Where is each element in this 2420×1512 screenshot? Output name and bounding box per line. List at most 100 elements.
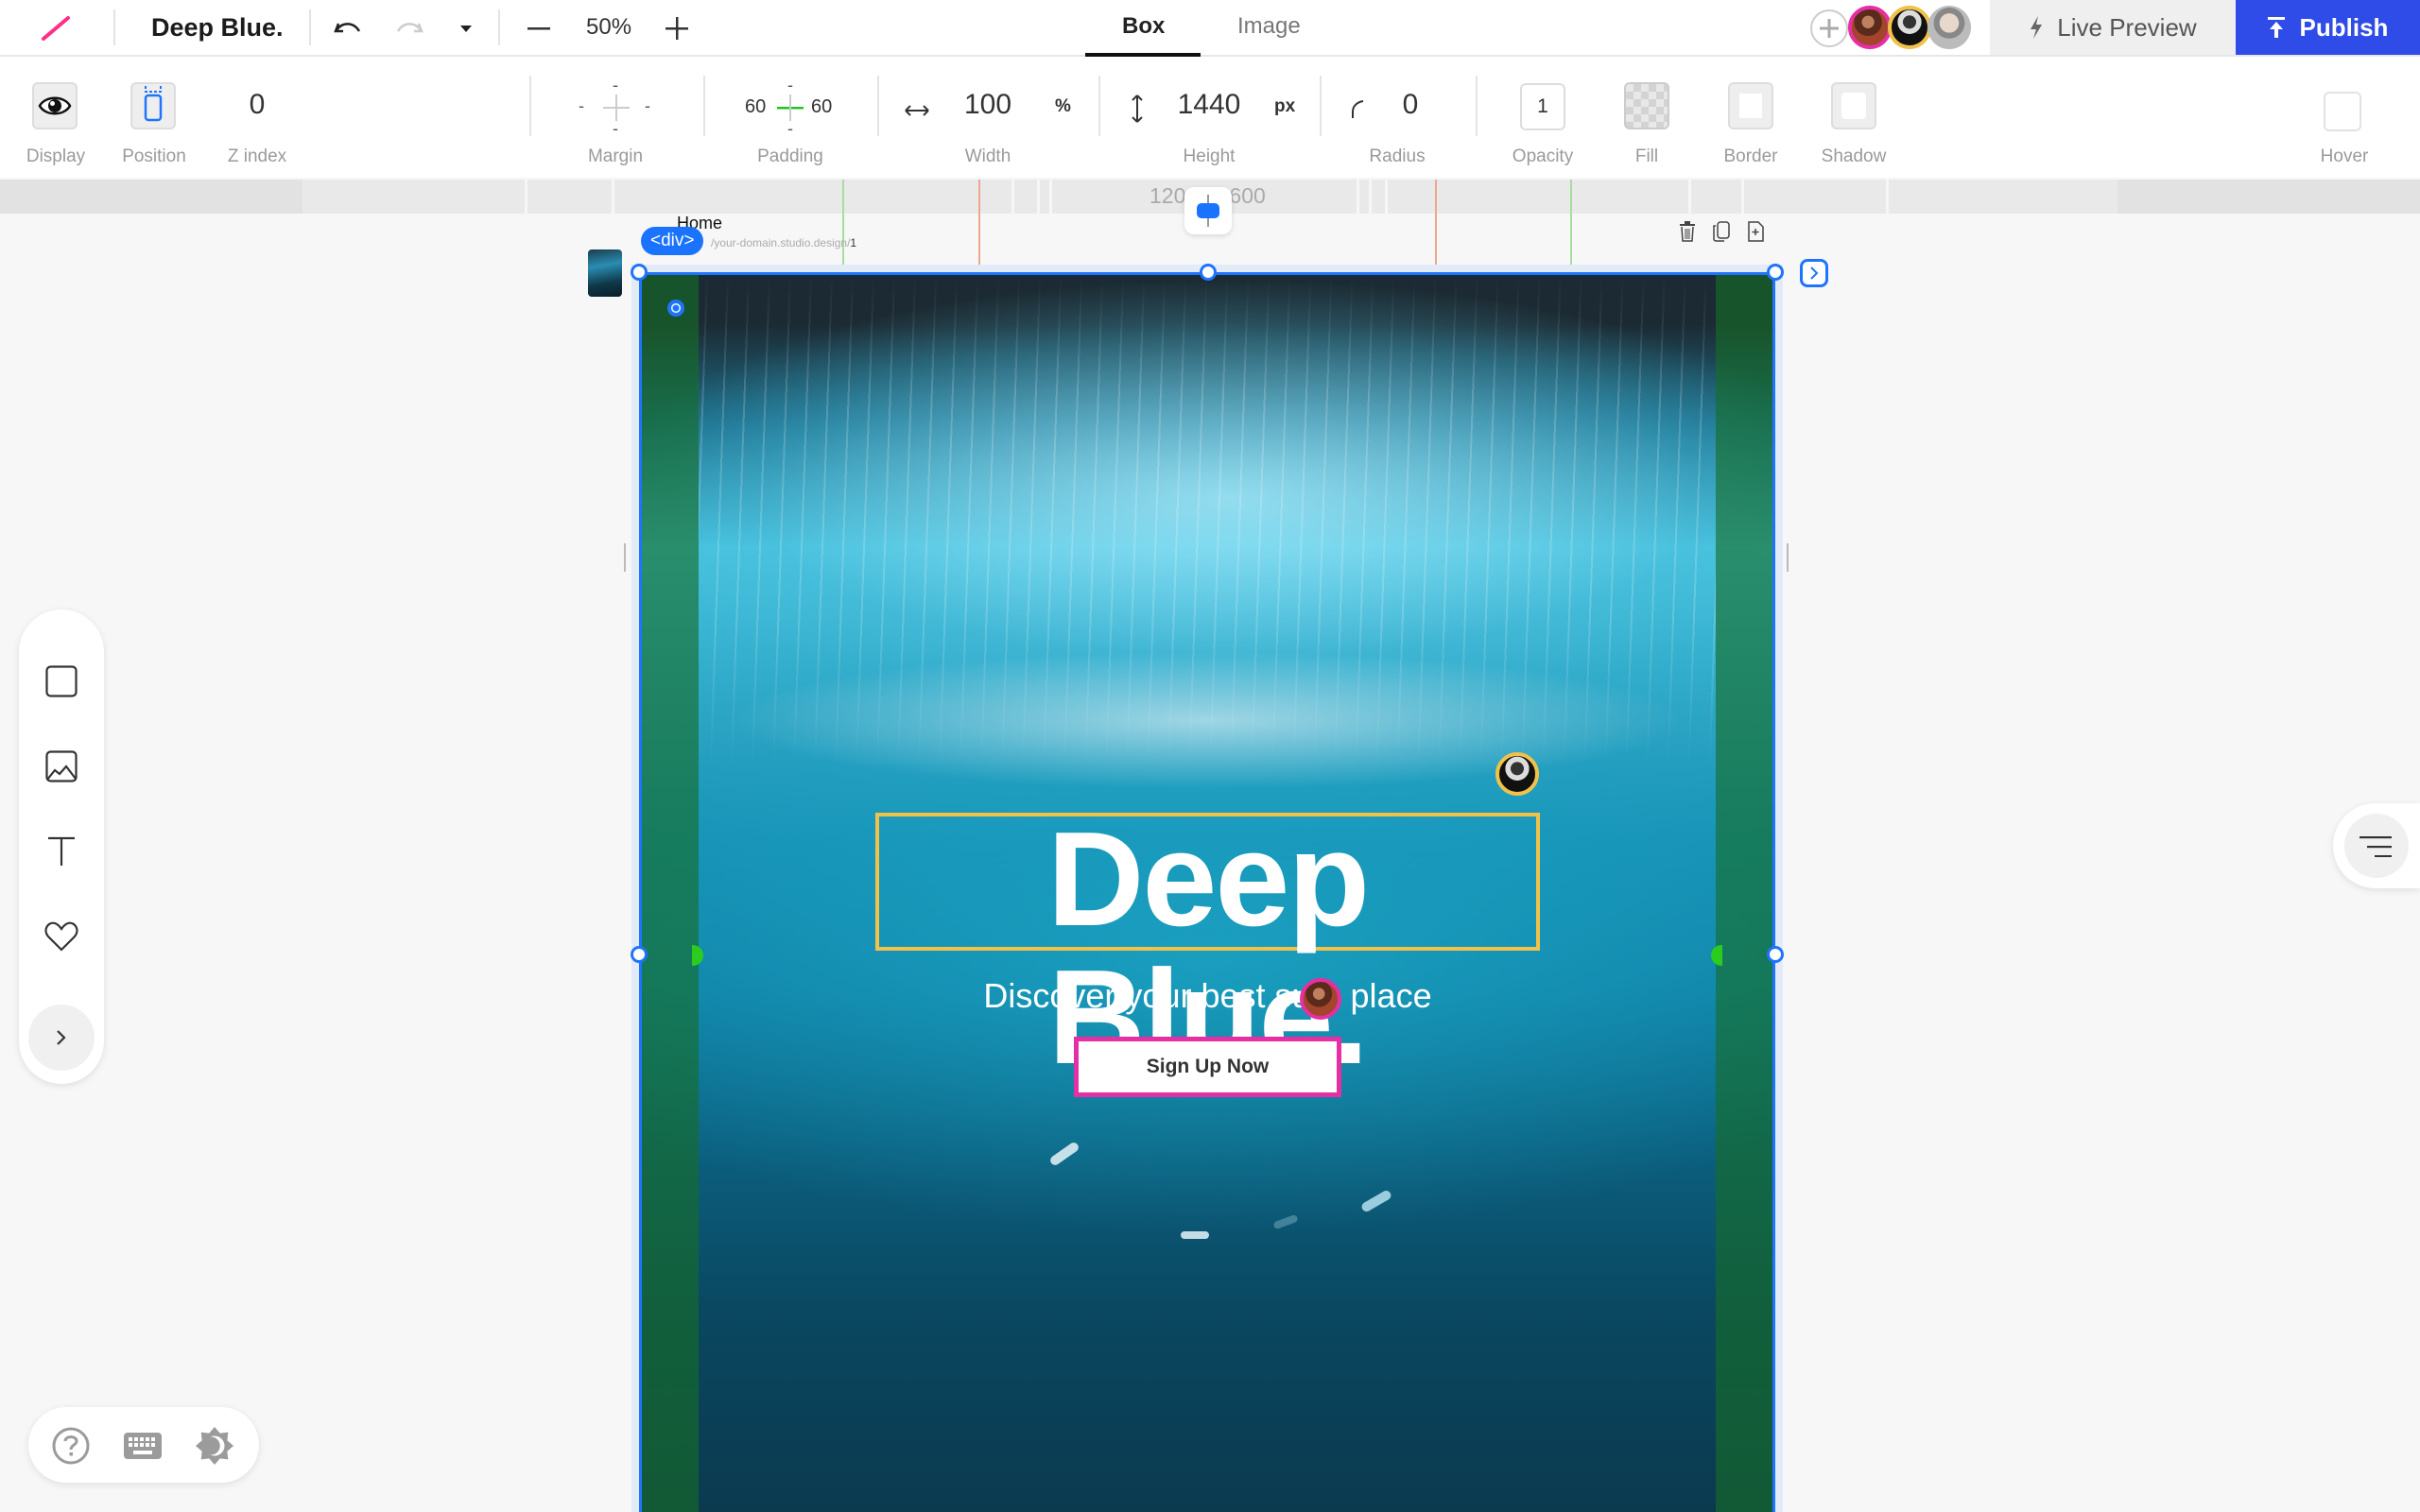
square-icon	[45, 665, 78, 697]
border-swatch[interactable]	[1728, 82, 1773, 129]
ruler-tick	[612, 180, 614, 214]
theme-toggle-button[interactable]	[195, 1426, 234, 1466]
edge-marker	[624, 543, 626, 572]
resize-handle-right[interactable]	[1767, 946, 1784, 963]
add-collaborator-button[interactable]	[1810, 9, 1848, 47]
expand-section-button[interactable]	[1800, 259, 1828, 287]
keyboard-shortcuts-button[interactable]	[123, 1426, 163, 1466]
padding-label: Padding	[757, 146, 823, 166]
hero-subtitle[interactable]: Discover your best su place	[851, 976, 1564, 1016]
undo-button[interactable]	[331, 13, 365, 43]
help-button[interactable]	[51, 1426, 91, 1466]
page-url[interactable]: /your-domain.studio.design/1	[711, 236, 856, 249]
padding-top[interactable]: -	[787, 76, 793, 95]
radius-corner-icon	[1352, 100, 1364, 118]
history-dropdown[interactable]	[449, 13, 483, 43]
tab-box[interactable]: Box	[1122, 13, 1165, 40]
avatar[interactable]	[1888, 6, 1931, 49]
resize-handle-top[interactable]	[1200, 264, 1217, 281]
selected-element-tag[interactable]: <div>	[641, 227, 704, 255]
opacity-label: Opacity	[1512, 146, 1574, 166]
sign-up-button[interactable]: Sign Up Now	[1074, 1037, 1341, 1097]
page-thumbnail[interactable]	[588, 249, 622, 297]
border-label: Border	[1723, 146, 1778, 166]
divider	[113, 9, 115, 45]
icon-tool-button[interactable]	[43, 918, 80, 955]
height-input[interactable]: 1440	[1178, 89, 1241, 121]
width-input[interactable]: 100	[964, 89, 1011, 121]
tab-image[interactable]: Image	[1237, 13, 1301, 40]
hover-toggle[interactable]	[2324, 92, 2361, 131]
radius-input[interactable]: 0	[1403, 89, 1419, 121]
resize-handle-top-left[interactable]	[631, 264, 648, 281]
live-preview-label: Live Preview	[2057, 12, 2197, 42]
page-url-id: 1	[850, 236, 857, 249]
border-preview-icon	[1739, 94, 1762, 118]
text-tool-button[interactable]	[43, 833, 80, 870]
height-unit-selector[interactable]: px	[1274, 96, 1295, 117]
box-tool-button[interactable]	[43, 662, 80, 700]
margin-left[interactable]: -	[579, 96, 584, 116]
z-index-input[interactable]: 0	[250, 89, 266, 121]
layers-panel-toggle[interactable]	[2333, 803, 2420, 888]
width-unit-selector[interactable]: %	[1055, 96, 1071, 117]
padding-right[interactable]: 60	[811, 96, 832, 118]
add-page-icon[interactable]	[1747, 221, 1764, 242]
divider	[498, 9, 500, 45]
margin-top[interactable]: -	[613, 76, 618, 95]
redo-icon	[396, 23, 424, 33]
studio-logo-icon[interactable]	[40, 15, 72, 42]
insert-toolbar	[19, 610, 104, 1084]
z-index-label: Z index	[227, 146, 287, 166]
divider	[1098, 76, 1100, 136]
zoom-out-button[interactable]	[522, 13, 556, 43]
avatar[interactable]	[1927, 6, 1971, 49]
menu-lines-icon	[2360, 836, 2392, 857]
resize-handle-top-right[interactable]	[1767, 264, 1784, 281]
height-label: Height	[1183, 146, 1236, 166]
position-anchor-handle[interactable]	[667, 300, 684, 317]
page-url-path: /your-domain.studio.design/	[711, 236, 851, 249]
fill-swatch[interactable]	[1624, 82, 1669, 129]
opacity-input[interactable]: 1	[1520, 83, 1565, 130]
shadow-swatch[interactable]	[1831, 82, 1876, 129]
image-icon	[45, 750, 78, 782]
zoom-in-button[interactable]	[660, 13, 694, 43]
margin-crosshair-icon	[603, 94, 630, 121]
wave-foam	[699, 275, 1716, 766]
ruler-tick	[1741, 180, 1744, 214]
image-tool-button[interactable]	[43, 747, 80, 785]
collaborator-cursor-avatar	[1300, 978, 1341, 1020]
ruler-tick	[1385, 180, 1388, 214]
layers-button	[2344, 814, 2409, 878]
more-tools-button[interactable]	[28, 1005, 95, 1071]
page-actions	[1679, 221, 1764, 242]
zoom-level[interactable]: 50%	[586, 14, 631, 41]
avatar[interactable]	[1848, 6, 1892, 49]
divider	[703, 76, 705, 136]
ruler-tick	[1369, 180, 1372, 214]
hover-label: Hover	[2320, 146, 2369, 166]
display-toggle[interactable]	[32, 82, 78, 129]
ruler-tick	[525, 180, 527, 214]
publish-button[interactable]: Publish	[2236, 0, 2420, 55]
duplicate-icon[interactable]	[1713, 221, 1730, 242]
live-preview-button[interactable]: Live Preview	[1990, 0, 2236, 55]
eye-icon	[38, 96, 72, 115]
padding-left[interactable]: 60	[745, 96, 766, 118]
margin-bottom[interactable]: -	[613, 119, 618, 139]
margin-right[interactable]: -	[645, 96, 650, 116]
column-guide	[978, 180, 980, 272]
redo-button[interactable]	[392, 13, 426, 43]
padding-bottom[interactable]: -	[787, 119, 793, 139]
keyboard-icon	[124, 1433, 162, 1459]
divider	[1476, 76, 1478, 136]
resize-handle-left[interactable]	[631, 946, 648, 963]
position-selector[interactable]	[130, 81, 176, 129]
trash-icon[interactable]	[1679, 221, 1696, 242]
divider	[1320, 76, 1322, 136]
breakpoint-handle[interactable]	[1184, 187, 1232, 234]
hero-subtitle-right: place	[1350, 976, 1432, 1015]
document-title[interactable]: Deep Blue.	[151, 13, 284, 43]
plus-icon	[1820, 19, 1839, 38]
